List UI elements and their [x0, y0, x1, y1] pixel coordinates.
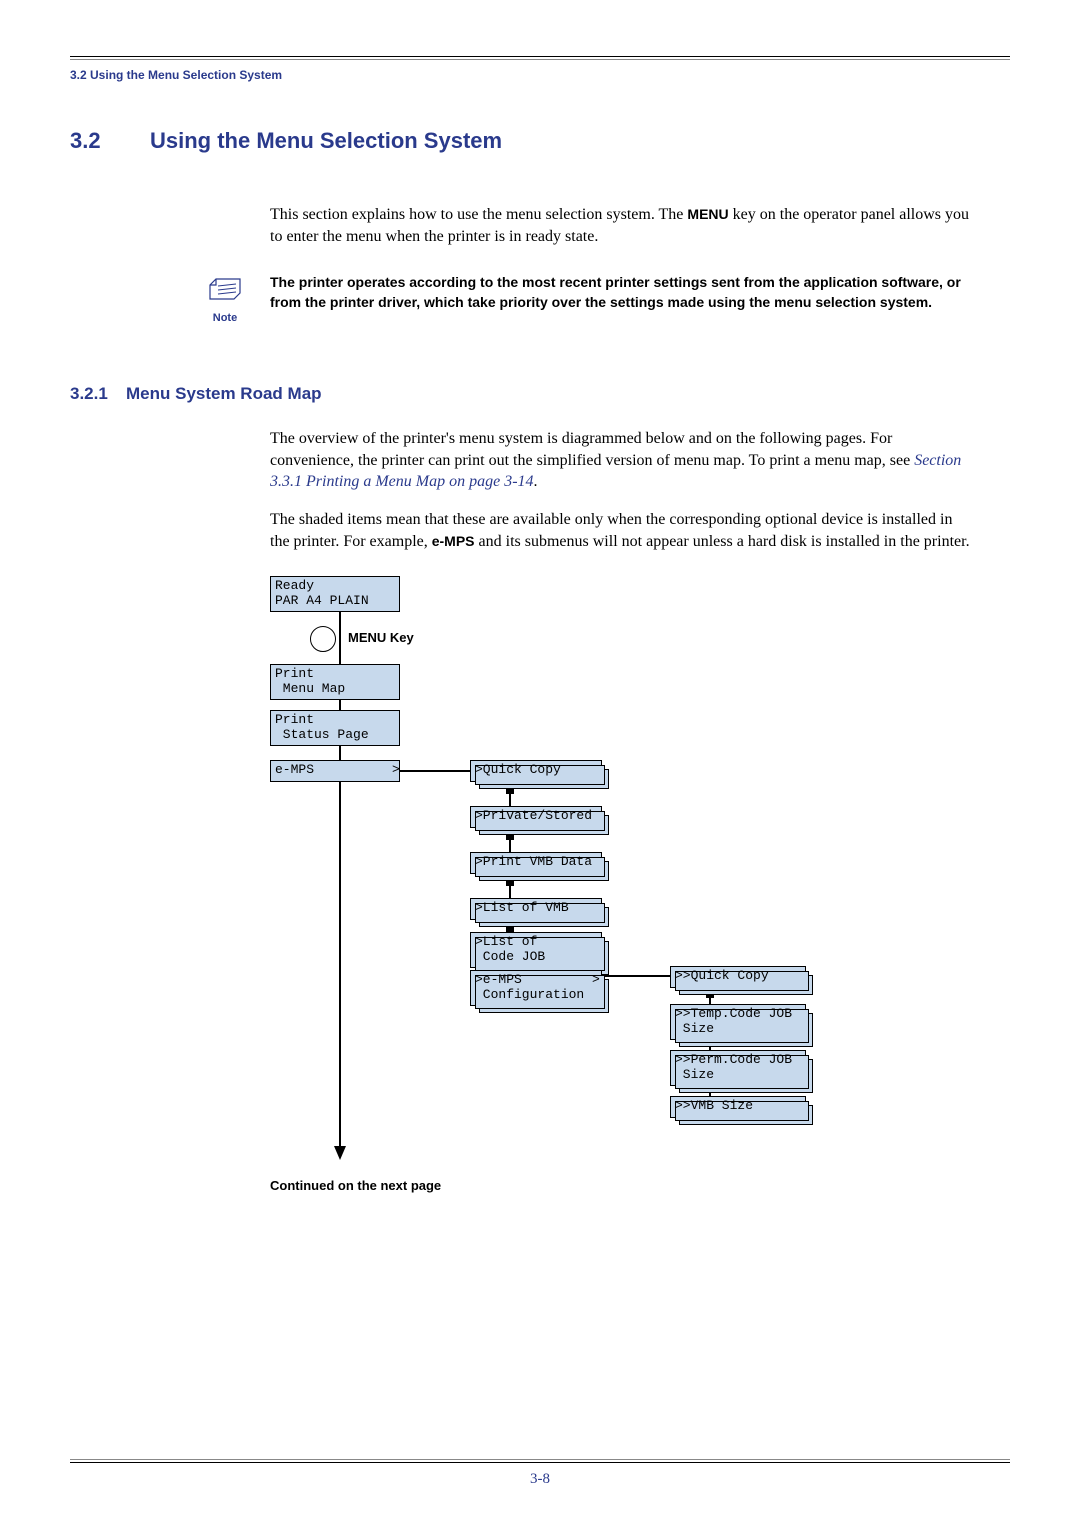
box-list-of-code-job: >List of Code JOB [470, 932, 602, 968]
intro-paragraph: This section explains how to use the men… [270, 204, 970, 247]
top-rule-1 [70, 56, 1010, 57]
box-list-of-vmb: >List of VMB [470, 898, 602, 920]
menu-diagram: Ready PAR A4 PLAIN MENU Key Print Menu M… [270, 576, 910, 1166]
menu-key-circle [310, 626, 336, 652]
subsection-title: Menu System Road Map [126, 384, 322, 404]
roadmap-p2: The shaded items mean that these are ava… [270, 509, 970, 552]
footer: 3-8 [70, 1457, 1010, 1488]
note-text: The printer operates according to the mo… [270, 273, 970, 312]
page-number: 3-8 [70, 1471, 1010, 1488]
p1-post: . [534, 473, 538, 490]
top-rule-2 [70, 59, 1010, 60]
box-print-menu-map: Print Menu Map [270, 664, 400, 700]
box-sub-quick-copy: >>Quick Copy [670, 966, 806, 988]
box-private-stored: >Private/Stored [470, 806, 602, 828]
menu-key-label: MENU Key [348, 630, 414, 645]
box-emps: e-MPS > [270, 760, 400, 782]
section-number: 3.2 [70, 128, 150, 154]
note-block: Note The printer operates according to t… [270, 273, 970, 324]
box-ready: Ready PAR A4 PLAIN [270, 576, 400, 612]
section-heading: 3.2 Using the Menu Selection System [70, 128, 1010, 154]
box-emps-configuration: >e-MPS > Configuration [470, 970, 602, 1006]
box-vmb-size: >>VMB Size [670, 1096, 806, 1118]
emps-word: e-MPS [432, 533, 475, 549]
note-icon-wrap: Note [204, 273, 246, 324]
subsection-heading: 3.2.1 Menu System Road Map [70, 384, 1010, 404]
p1-pre: The overview of the printer's menu syste… [270, 430, 914, 469]
continued-label: Continued on the next page [270, 1178, 1010, 1193]
box-quick-copy: >Quick Copy [470, 760, 602, 782]
running-header: 3.2 Using the Menu Selection System [70, 68, 1010, 82]
roadmap-p1: The overview of the printer's menu syste… [270, 428, 970, 493]
bottom-rule-1 [70, 1459, 1010, 1460]
box-perm-code-job: >>Perm.Code JOB Size [670, 1050, 806, 1086]
box-temp-code-job: >>Temp.Code JOB Size [670, 1004, 806, 1040]
bottom-rule-2 [70, 1462, 1010, 1463]
note-label: Note [204, 312, 246, 324]
p2-post: and its submenus will not appear unless … [475, 533, 970, 550]
intro-pre: This section explains how to use the men… [270, 206, 687, 223]
box-print-vmb-data: >Print VMB Data [470, 852, 602, 874]
body-column: This section explains how to use the men… [270, 204, 970, 324]
menu-key-word: MENU [687, 206, 728, 222]
note-icon [206, 273, 244, 305]
page: 3.2 Using the Menu Selection System 3.2 … [0, 0, 1080, 1528]
box-print-status-page: Print Status Page [270, 710, 400, 746]
body-column-2: The overview of the printer's menu syste… [270, 428, 970, 552]
subsection-number: 3.2.1 [70, 384, 126, 404]
section-title: Using the Menu Selection System [150, 128, 502, 154]
